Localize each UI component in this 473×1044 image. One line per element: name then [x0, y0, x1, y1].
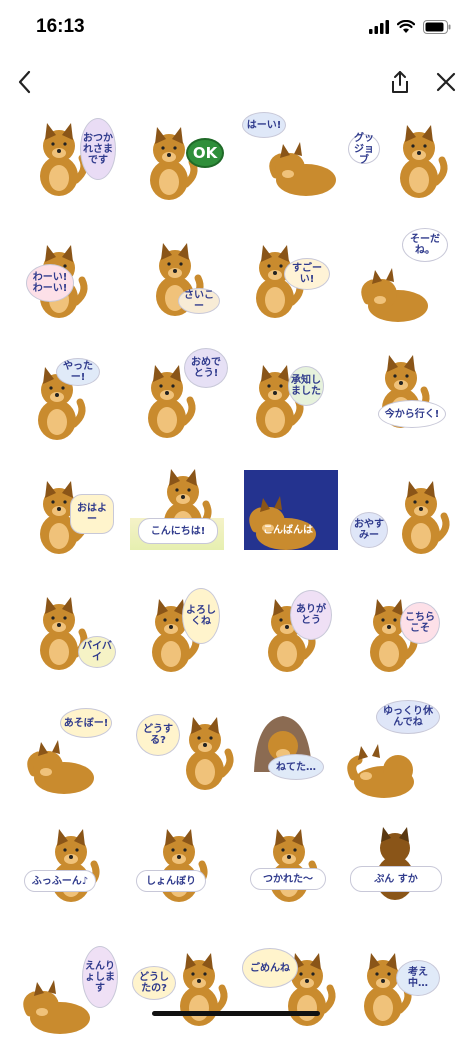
dog-illustration-icon — [249, 496, 316, 550]
sticker-item[interactable]: えんりょします — [22, 926, 130, 1044]
sticker-caption: つかれた〜 — [250, 868, 326, 890]
sticker-caption: ねてた… — [268, 754, 324, 780]
sticker-caption: こんばんは — [263, 524, 313, 536]
dog-illustration-icon — [270, 829, 318, 902]
sticker-caption: おやすみー — [350, 512, 388, 548]
sticker-caption: ふっふーん♪ — [24, 870, 96, 892]
sticker-item[interactable]: すごーい! — [238, 218, 346, 336]
sticker-item[interactable]: よろしくね — [130, 572, 238, 690]
sticker-caption: グッジョブ — [348, 133, 380, 166]
sticker-item[interactable]: おつかれさまです — [22, 100, 130, 218]
wifi-icon — [397, 20, 415, 33]
sticker-caption: はーい! — [242, 112, 286, 138]
chevron-left-icon — [18, 70, 31, 94]
sticker-caption: こんにちは! — [138, 518, 218, 544]
sticker-caption: すごーい! — [284, 258, 330, 290]
sticker-item[interactable]: おやすみー — [346, 454, 454, 572]
sticker-caption: ありがとう — [290, 590, 332, 640]
home-indicator — [152, 1011, 320, 1016]
share-button[interactable] — [382, 64, 418, 100]
status-bar: 16:13 — [0, 0, 473, 56]
dog-illustration-icon — [402, 481, 450, 554]
status-time: 16:13 — [36, 16, 85, 37]
sticker-item[interactable]: ゆっくり休んでね — [346, 690, 454, 808]
dog-illustration-icon — [186, 717, 234, 790]
sticker-item[interactable]: ごめんね — [238, 926, 346, 1044]
sticker-item[interactable]: OK — [130, 100, 238, 218]
sticker-item[interactable]: 今から行く! — [346, 336, 454, 454]
sticker-item[interactable]: どうする? — [130, 690, 238, 808]
sticker-caption: どうする? — [136, 714, 180, 756]
sticker-caption: 考え中… — [396, 960, 440, 996]
sticker-item[interactable]: ぷん すか — [346, 808, 454, 926]
close-button[interactable] — [428, 64, 464, 100]
dog-illustration-icon — [160, 829, 208, 902]
battery-icon — [423, 20, 451, 34]
sticker-item[interactable]: グッジョブ — [346, 100, 454, 218]
sticker-caption: ゆっくり休んでね — [376, 700, 440, 734]
sticker-item[interactable]: バイバイ — [22, 572, 130, 690]
sticker-caption: おはよー — [70, 494, 114, 534]
sticker-item[interactable]: さいこー — [130, 218, 238, 336]
sticker-item[interactable]: わーい!わーい! — [22, 218, 130, 336]
sticker-caption: しょんぼり — [136, 870, 206, 892]
sticker-caption: おめでとう! — [184, 348, 228, 388]
sticker-grid: おつかれさまです OK はーい! グッジョブ わーい!わーい! さいこー すごー… — [22, 100, 454, 1044]
sticker-caption: こちらこそ — [400, 602, 440, 644]
sticker-item[interactable]: ねてた… — [238, 690, 346, 808]
sticker-caption: 今から行く! — [378, 400, 446, 428]
sticker-caption: OK — [186, 138, 224, 168]
share-icon — [392, 71, 408, 93]
sticker-caption: どうしたの? — [132, 966, 176, 1000]
sticker-item[interactable]: おめでとう! — [130, 336, 238, 454]
sticker-caption: さいこー — [178, 288, 220, 314]
dog-illustration-icon — [52, 829, 100, 902]
sticker-item[interactable]: ふっふーん♪ — [22, 808, 130, 926]
sticker-caption: ぷん すか — [350, 866, 442, 892]
sticker-item[interactable]: ありがとう — [238, 572, 346, 690]
sticker-item[interactable]: どうしたの? — [130, 926, 238, 1044]
sticker-caption: ごめんね — [242, 948, 298, 988]
sticker-caption: やったー! — [56, 358, 100, 386]
sticker-item[interactable]: こんにちは! — [130, 454, 238, 572]
sticker-caption: そーだね。 — [402, 228, 448, 262]
sticker-caption: おつかれさまです — [80, 118, 116, 180]
sticker-caption: えんりょします — [82, 946, 118, 1008]
dog-illustration-icon — [400, 125, 448, 198]
sticker-item[interactable]: 考え中… — [346, 926, 454, 1044]
signal-icon — [369, 20, 389, 34]
sticker-item[interactable]: 承知しました — [238, 336, 346, 454]
sticker-item[interactable]: しょんぼり — [130, 808, 238, 926]
sticker-caption: 承知しました — [288, 366, 324, 406]
sticker-caption: あそぼー! — [60, 708, 112, 738]
status-icons — [369, 20, 451, 34]
sticker-item[interactable]: こんばんは — [238, 454, 346, 572]
sticker-caption: わーい!わーい! — [26, 264, 74, 302]
sticker-caption: バイバイ — [78, 636, 116, 668]
sticker-item[interactable]: やったー! — [22, 336, 130, 454]
back-button[interactable] — [6, 64, 42, 100]
dog-illustration-icon — [347, 744, 414, 798]
sticker-item[interactable]: つかれた〜 — [238, 808, 346, 926]
sticker-item[interactable]: そーだね。 — [346, 218, 454, 336]
sticker-item[interactable]: あそぼー! — [22, 690, 130, 808]
sticker-item[interactable]: はーい! — [238, 100, 346, 218]
sticker-item[interactable]: こちらこそ — [346, 572, 454, 690]
sticker-item[interactable]: おはよー — [22, 454, 130, 572]
sticker-caption: よろしくね — [182, 588, 220, 644]
close-icon — [436, 72, 456, 92]
